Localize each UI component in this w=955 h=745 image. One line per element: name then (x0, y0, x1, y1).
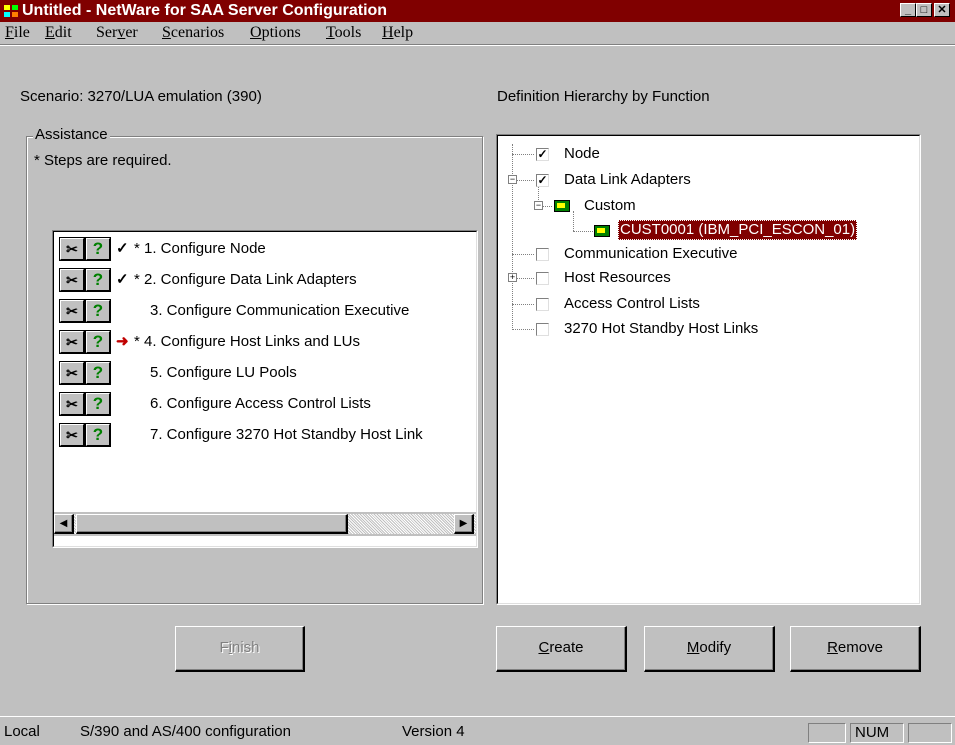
status-mode: Local (4, 723, 40, 740)
tree-item-host-resources[interactable]: Host Resources (564, 268, 671, 288)
menu-divider-highlight (0, 45, 955, 46)
step-status-icon: ✓ (116, 240, 129, 257)
tree-line-root (512, 144, 513, 330)
tree-item-data-link-adapters[interactable]: Data Link Adapters (564, 170, 691, 190)
menu-options[interactable]: Options (250, 24, 301, 42)
required-note: * Steps are required. (34, 152, 172, 169)
help-icon[interactable]: ? (86, 424, 110, 446)
hot-standby-checkbox[interactable] (536, 323, 549, 336)
adapter-icon (554, 200, 570, 212)
help-icon[interactable]: ? (86, 362, 110, 384)
access-control-lists-checkbox[interactable] (536, 298, 549, 311)
tree-item-3270-hot-standby-host-links[interactable]: 3270 Hot Standby Host Links (564, 319, 758, 339)
status-main-panel: Local S/390 and AS/400 configuration Ver… (0, 723, 806, 743)
status-config: S/390 and AS/400 configuration (80, 723, 291, 740)
data-link-adapters-checkbox[interactable]: ✓ (536, 174, 549, 187)
scrollbar-thumb[interactable] (76, 514, 348, 534)
tree-line (512, 154, 534, 155)
collapse-toggle-data-link-adapters[interactable]: − (508, 175, 517, 184)
scroll-left-arrow[interactable]: ◀ (54, 514, 74, 534)
step-status-icon: ✓ (116, 271, 129, 288)
run-step-icon[interactable]: ✂ (60, 424, 84, 446)
step-label[interactable]: * 1. Configure Node (134, 240, 266, 257)
status-divider (0, 716, 955, 717)
scroll-right-arrow[interactable]: ▶ (454, 514, 474, 534)
tree-item-node[interactable]: Node (564, 144, 600, 164)
modify-button[interactable]: Modify (644, 626, 775, 672)
close-button[interactable]: ✕ (934, 3, 950, 17)
status-version: Version 4 (402, 723, 465, 740)
step-label[interactable]: 3. Configure Communication Executive (150, 302, 409, 319)
menu-tools[interactable]: Tools (326, 24, 361, 42)
hierarchy-label: Definition Hierarchy by Function (497, 88, 710, 105)
step-label[interactable]: 6. Configure Access Control Lists (150, 395, 371, 412)
menu-help[interactable]: Help (382, 24, 413, 42)
menu-file[interactable]: File (5, 24, 30, 42)
minimize-button[interactable]: _ (900, 3, 916, 17)
expand-toggle-host-resources[interactable]: + (508, 273, 517, 282)
status-caps-panel (808, 723, 846, 743)
status-num-indicator: NUM (850, 723, 904, 743)
tree-line (516, 180, 534, 181)
tree-line (573, 231, 593, 232)
window-title: Untitled - NetWare for SAA Server Config… (22, 2, 388, 19)
collapse-toggle-custom[interactable]: − (534, 201, 543, 210)
steps-list[interactable]: ✂? ✓ * 1. Configure Node ✂? ✓ * 2. Configure … (52, 230, 478, 548)
tree-line (512, 329, 534, 330)
remove-button[interactable]: Remove (790, 626, 921, 672)
title-bar[interactable]: Untitled - NetWare for SAA Server Config… (0, 0, 955, 22)
status-bar: Local S/390 and AS/400 configuration Ver… (0, 720, 955, 745)
run-step-icon[interactable]: ✂ (60, 238, 84, 260)
step-label[interactable]: 7. Configure 3270 Hot Standby Host Link (150, 426, 423, 443)
tree-line (512, 254, 534, 255)
node-checkbox[interactable]: ✓ (536, 148, 549, 161)
communication-executive-checkbox[interactable] (536, 248, 549, 261)
help-icon[interactable]: ? (86, 331, 110, 353)
assistance-group-label: Assistance (33, 126, 110, 143)
host-resources-checkbox[interactable] (536, 272, 549, 285)
finish-button[interactable]: Finish (175, 626, 305, 672)
scenario-label: Scenario: 3270/LUA emulation (390) (20, 88, 262, 105)
step-label[interactable]: 5. Configure LU Pools (150, 364, 297, 381)
menu-bar: File Edit Server Scenarios Options Tools… (0, 22, 955, 44)
tree-item-communication-executive[interactable]: Communication Executive (564, 244, 737, 264)
menu-edit[interactable]: Edit (45, 24, 72, 42)
help-icon[interactable]: ? (86, 269, 110, 291)
tree-line (573, 211, 574, 231)
horizontal-scrollbar[interactable]: ◀ ▶ (54, 512, 476, 536)
tree-item-cust0001-selected[interactable]: CUST0001 (IBM_PCI_ESCON_01) (618, 220, 858, 240)
maximize-button[interactable]: □ (916, 3, 932, 17)
hierarchy-tree[interactable]: − − + ✓ Node ✓ Data Link Adapters Custom… (496, 134, 921, 605)
menu-server[interactable]: Server (96, 24, 138, 42)
run-step-icon[interactable]: ✂ (60, 269, 84, 291)
step-label[interactable]: * 4. Configure Host Links and LUs (134, 333, 360, 350)
run-step-icon[interactable]: ✂ (60, 300, 84, 322)
help-icon[interactable]: ? (86, 393, 110, 415)
tree-item-custom[interactable]: Custom (584, 196, 636, 216)
step-label[interactable]: * 2. Configure Data Link Adapters (134, 271, 357, 288)
help-icon[interactable]: ? (86, 300, 110, 322)
menu-scenarios[interactable]: Scenarios (162, 24, 224, 42)
run-step-icon[interactable]: ✂ (60, 331, 84, 353)
tree-item-access-control-lists[interactable]: Access Control Lists (564, 294, 700, 314)
status-scroll-panel (908, 723, 952, 743)
tree-line (516, 278, 534, 279)
run-step-icon[interactable]: ✂ (60, 393, 84, 415)
create-button[interactable]: Create (496, 626, 627, 672)
app-icon (4, 5, 18, 17)
run-step-icon[interactable]: ✂ (60, 362, 84, 384)
adapter-icon (594, 225, 610, 237)
step-status-icon: ➜ (116, 333, 129, 350)
tree-line (512, 304, 534, 305)
tree-line (542, 206, 552, 207)
help-icon[interactable]: ? (86, 238, 110, 260)
